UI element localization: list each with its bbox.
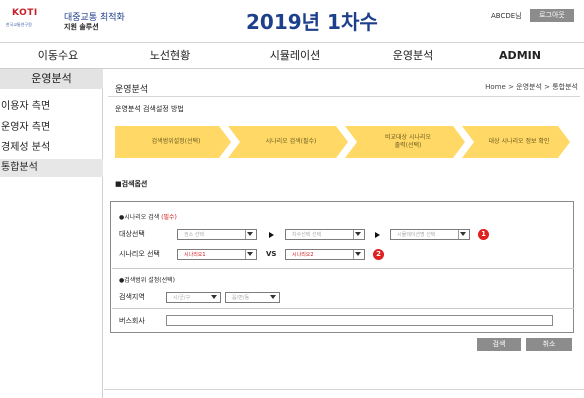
scenario-select-label: 시나리오 선택 <box>119 250 160 258</box>
scenario-search-section: ●시나리오 검색 (필수) <box>119 212 177 221</box>
nav-item-simulation[interactable]: 시뮬레이션 <box>250 43 340 69</box>
bus-company-input[interactable] <box>166 315 553 326</box>
arrow-right-icon <box>375 232 380 238</box>
step-range-label: 검색범위설정(선택) <box>151 138 201 145</box>
title-divider <box>108 96 580 97</box>
step-badge-2: 2 <box>373 249 384 260</box>
nav-item-admin[interactable]: ADMIN <box>480 43 560 69</box>
target-region-select[interactable]: 권소 선택 <box>177 229 257 240</box>
step-range: 검색범위설정(선택) <box>115 126 231 158</box>
scenario-b-select[interactable]: 시나리오2 <box>285 249 365 260</box>
target-select-label: 대상선택 <box>119 230 145 238</box>
scenario-a-select[interactable]: 시나리오1 <box>177 249 257 260</box>
region-town-select[interactable]: 읍/면/동 <box>225 292 280 303</box>
nav-item-operation[interactable]: 운영분석 <box>368 43 458 69</box>
region-city-select[interactable]: 시/군/구 <box>166 292 221 303</box>
chevron-down-icon <box>247 252 253 256</box>
sidebar-item-integrated[interactable]: 통합분석 <box>0 159 103 177</box>
step-compare-label: 비교대상 시나리오 출력(선택) <box>384 134 432 149</box>
search-options-heading: ■검색옵션 <box>115 180 148 188</box>
chevron-down-icon <box>270 295 276 299</box>
select-separator <box>353 230 354 239</box>
scenario-search-label: ●시나리오 검색 <box>119 214 162 221</box>
step-compare: 비교대상 시나리오 출력(선택) <box>345 126 465 158</box>
cancel-button[interactable]: 취소 <box>526 338 572 351</box>
section-divider <box>112 268 574 269</box>
target-simulation-select-value: 시뮬레이션명 선택 <box>397 232 436 238</box>
select-separator <box>353 250 354 259</box>
nav-item-routes[interactable]: 노선현황 <box>125 43 215 69</box>
logo-mark: KOTI <box>12 8 38 18</box>
section-divider <box>112 308 574 309</box>
arrow-right-icon <box>269 232 274 238</box>
chevron-down-icon <box>460 232 466 236</box>
logo-org: 한국교통연구원 <box>6 22 32 27</box>
footer-divider <box>104 389 584 390</box>
scenario-b-value: 시나리오2 <box>292 252 314 258</box>
vs-label: VS <box>266 250 277 258</box>
sidebar-item-user[interactable]: 이용자 측면 <box>1 97 50 112</box>
region-label: 검색지역 <box>119 293 145 301</box>
region-city-value: 시/군/구 <box>173 295 191 301</box>
nav-item-demand[interactable]: 이동수요 <box>18 43 98 69</box>
search-button[interactable]: 검색 <box>477 338 521 351</box>
step-scenario-label: 시나리오 검색(필수) <box>265 138 317 145</box>
search-options-panel: ●시나리오 검색 (필수) 대상선택 권소 선택 차수선택 선택 시뮬레이션명 … <box>110 201 574 333</box>
logo[interactable]: KOTI 한국교통연구원 대중교통 최적화 지원 솔루션 <box>6 8 125 36</box>
app-header: KOTI 한국교통연구원 대중교통 최적화 지원 솔루션 2019년 1차수 A… <box>0 0 584 42</box>
step-confirm-label: 대상 시나리오 정보 확인 <box>488 138 550 145</box>
section-title: 운영분석 <box>115 85 149 95</box>
scenario-a-value: 시나리오1 <box>184 252 206 258</box>
sidebar: 운영분석 이용자 측면 운영자 측면 경제성 분석 통합분석 <box>0 69 103 398</box>
target-region-select-value: 권소 선택 <box>184 232 204 238</box>
chevron-down-icon <box>247 232 253 236</box>
step-scenario: 시나리오 검색(필수) <box>228 126 348 158</box>
top-nav: 이동수요 노선현황 시뮬레이션 운영분석 ADMIN <box>0 42 584 69</box>
method-title: 운영분석 검색설정 방법 <box>115 105 184 113</box>
user-name: ABCDE님 <box>491 12 522 20</box>
chevron-down-icon <box>355 252 361 256</box>
select-separator <box>245 250 246 259</box>
step-badge-1: 1 <box>478 229 489 240</box>
required-badge: (필수) <box>161 214 177 221</box>
range-section-label: ●검색범위 설정(선택) <box>119 277 175 284</box>
chevron-down-icon <box>355 232 361 236</box>
main-content: 운영분석 Home > 운영분석 > 통합분석 운영분석 검색설정 방법 검색범… <box>104 69 584 398</box>
region-town-value: 읍/면/동 <box>232 295 250 301</box>
logo-subtitle: 지원 솔루션 <box>64 23 99 31</box>
sidebar-item-operator[interactable]: 운영자 측면 <box>1 118 50 133</box>
target-round-select-value: 차수선택 선택 <box>292 232 322 238</box>
bus-company-label: 버스회사 <box>119 317 145 325</box>
target-round-select[interactable]: 차수선택 선택 <box>285 229 365 240</box>
logout-button[interactable]: 로그아웃 <box>530 9 574 22</box>
sidebar-item-economic[interactable]: 경제성 분석 <box>1 138 50 153</box>
page-title: 2019년 1차수 <box>246 10 378 34</box>
target-simulation-select[interactable]: 시뮬레이션명 선택 <box>390 229 470 240</box>
select-separator <box>458 230 459 239</box>
chevron-down-icon <box>211 295 217 299</box>
breadcrumb: Home > 운영분석 > 통합분석 <box>485 83 578 91</box>
sidebar-title: 운영분석 <box>0 69 103 89</box>
select-separator <box>245 230 246 239</box>
step-confirm: 대상 시나리오 정보 확인 <box>462 126 570 158</box>
step-flow: 검색범위설정(선택) 시나리오 검색(필수) 비교대상 시나리오 출력(선택) … <box>115 126 570 158</box>
